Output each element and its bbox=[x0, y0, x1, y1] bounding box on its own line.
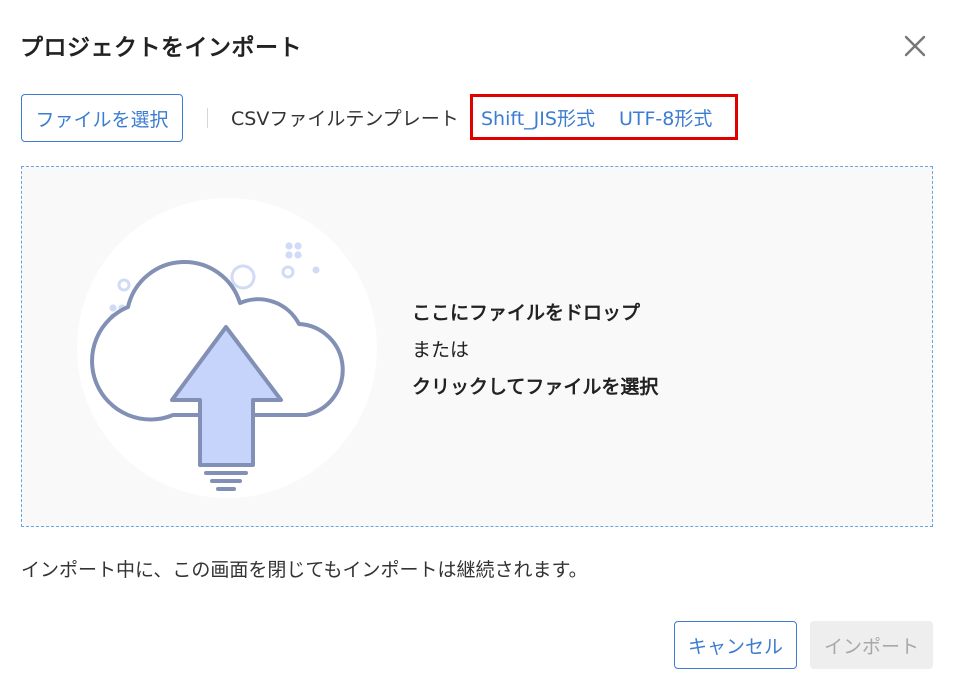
toolbar-divider bbox=[207, 108, 208, 128]
close-icon[interactable] bbox=[900, 31, 930, 61]
template-links-highlight: Shift_JIS形式 UTF-8形式 bbox=[470, 94, 738, 140]
import-notice: インポート中に、この画面を閉じてもインポートは継続されます。 bbox=[21, 559, 588, 581]
template-link-utf8[interactable]: UTF-8形式 bbox=[619, 104, 712, 131]
cancel-button[interactable]: キャンセル bbox=[674, 621, 797, 669]
or-text: または bbox=[412, 339, 470, 361]
dialog-title: プロジェクトをインポート bbox=[20, 35, 302, 61]
click-to-select-text: クリックしてファイルを選択 bbox=[412, 376, 659, 398]
select-file-button[interactable]: ファイルを選択 bbox=[21, 94, 183, 142]
cloud-upload-icon bbox=[77, 198, 377, 498]
csv-template-label: CSVファイルテンプレート bbox=[231, 108, 459, 130]
file-drop-zone[interactable]: ここにファイルをドロップ または クリックしてファイルを選択 bbox=[21, 166, 933, 527]
drop-instructions: ここにファイルをドロップ または クリックしてファイルを選択 bbox=[412, 295, 658, 406]
template-link-shift-jis[interactable]: Shift_JIS形式 bbox=[481, 104, 595, 131]
drop-here-text: ここにファイルをドロップ bbox=[412, 302, 641, 324]
import-button[interactable]: インポート bbox=[810, 621, 933, 669]
